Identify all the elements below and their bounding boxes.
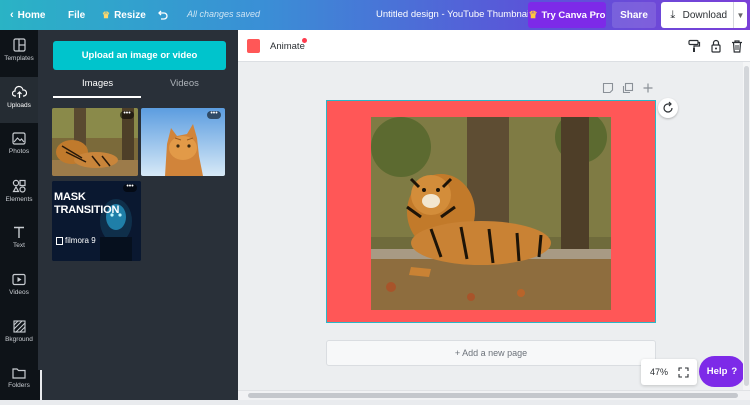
chevron-left-icon: ‹ [10, 9, 14, 21]
rotate-handle[interactable] [658, 98, 678, 118]
background-icon [12, 320, 26, 333]
crown-icon: ♛ [102, 9, 111, 20]
editor-toolbar: Animate [238, 30, 750, 62]
paint-roller-icon[interactable] [687, 39, 701, 53]
side-navigation: Templates Uploads Photos Elements Text V… [0, 30, 42, 400]
download-label: Download [682, 9, 728, 21]
caption-text: filmora 9 [65, 236, 96, 245]
sidenav-elements[interactable]: Elements [0, 171, 38, 217]
home-button[interactable]: ‹ Home [10, 0, 45, 30]
add-page-icon[interactable] [642, 82, 654, 94]
upload-media-button[interactable]: Upload an image or video [53, 41, 226, 70]
sidenav-label: Text [13, 242, 25, 249]
share-button[interactable]: Share [612, 2, 656, 28]
add-note-icon[interactable] [602, 82, 614, 94]
sidenav-label: Folders [8, 382, 30, 389]
download-button[interactable]: ⤓ Download ▼ [661, 2, 747, 28]
templates-icon [12, 38, 26, 52]
more-options-icon[interactable]: ••• [123, 183, 137, 192]
video-play-icon [56, 236, 63, 245]
sidenav-folders[interactable]: Folders [0, 359, 38, 405]
sidenav-label: Uploads [7, 102, 31, 109]
question-mark-icon: ? [731, 366, 738, 377]
file-menu[interactable]: File [68, 0, 85, 30]
folder-icon [12, 368, 26, 379]
elements-icon [12, 179, 26, 193]
tiger-thumbnail[interactable]: ••• [52, 108, 138, 176]
duplicate-page-icon[interactable] [622, 82, 634, 94]
mask-transition-thumbnail[interactable]: MASK TRANSITION filmora 9 ••• [52, 181, 141, 261]
download-icon: ⤓ [670, 8, 676, 21]
share-label: Share [620, 9, 648, 21]
background-color-swatch[interactable] [247, 39, 260, 53]
design-canvas[interactable] [326, 100, 656, 323]
text-icon [14, 226, 24, 238]
tiger-photo-image [371, 117, 611, 310]
top-bar: ‹ Home File ♛ Resize All changes saved U… [0, 0, 750, 30]
thumbnail-title: MASK TRANSITION [54, 191, 120, 216]
sidenav-label: Photos [8, 148, 30, 155]
lock-icon[interactable] [709, 39, 723, 53]
trash-icon[interactable] [730, 39, 744, 53]
sidenav-photos[interactable]: Photos [0, 124, 38, 170]
try-canva-pro-button[interactable]: ♛ Try Canva Pro [528, 2, 606, 28]
upload-button-label: Upload an image or video [81, 50, 198, 61]
vertical-scrollbar[interactable] [743, 62, 750, 390]
horizontal-scrollbar[interactable] [238, 390, 750, 400]
add-new-page-button[interactable]: + Add a new page [326, 340, 656, 366]
notification-dot [302, 38, 307, 43]
resize-label: Resize [114, 9, 146, 21]
upload-cloud-icon [11, 85, 27, 98]
zoom-level: 47% [650, 367, 669, 377]
try-pro-label: Try Canva Pro [541, 9, 606, 21]
editor-area: Animate + Add a new page 47% Help ? [238, 30, 750, 400]
resize-button[interactable]: ♛ Resize [102, 0, 146, 30]
sidenav-templates[interactable]: Templates [0, 30, 38, 76]
help-button[interactable]: Help ? [699, 356, 745, 387]
crown-icon: ♛ [528, 9, 538, 21]
undo-icon [158, 10, 168, 20]
more-options-icon[interactable]: ••• [207, 110, 221, 119]
undo-button[interactable] [156, 0, 168, 30]
more-options-icon[interactable]: ••• [120, 110, 134, 119]
active-tab-indicator [53, 96, 141, 98]
uploads-panel: Upload an image or video Images Videos •… [42, 30, 238, 400]
sidenav-uploads[interactable]: Uploads [0, 77, 38, 123]
photos-icon [12, 132, 26, 145]
home-label: Home [17, 9, 46, 21]
tab-videos[interactable]: Videos [170, 78, 199, 89]
sidenav-label: Elements [5, 196, 33, 203]
sidenav-text[interactable]: Text [0, 218, 38, 264]
animate-button[interactable]: Animate [270, 41, 305, 52]
tab-images[interactable]: Images [82, 78, 113, 89]
sidenav-background[interactable]: Bkground [0, 312, 38, 358]
vertical-scroll-thumb[interactable] [744, 66, 749, 386]
expand-icon[interactable] [678, 366, 689, 378]
help-label: Help [706, 366, 728, 377]
videos-icon [12, 273, 26, 286]
tiger-photo[interactable] [371, 117, 611, 310]
horizontal-scroll-thumb[interactable] [248, 393, 738, 398]
thumbnail-caption: filmora 9 [56, 236, 96, 245]
design-title[interactable]: Untitled design - YouTube Thumbnail [376, 9, 531, 20]
rotate-icon [663, 101, 673, 113]
sidenav-label: Videos [9, 289, 29, 296]
save-status: All changes saved [187, 9, 261, 19]
sidenav-label: Bkground [5, 336, 33, 343]
sidenav-label: Templates [4, 55, 34, 62]
chevron-down-icon[interactable]: ▼ [734, 11, 747, 20]
file-label: File [68, 9, 86, 21]
cat-thumbnail[interactable]: ••• [141, 108, 225, 176]
zoom-control[interactable]: 47% [641, 359, 697, 385]
sidenav-videos[interactable]: Videos [0, 265, 38, 311]
